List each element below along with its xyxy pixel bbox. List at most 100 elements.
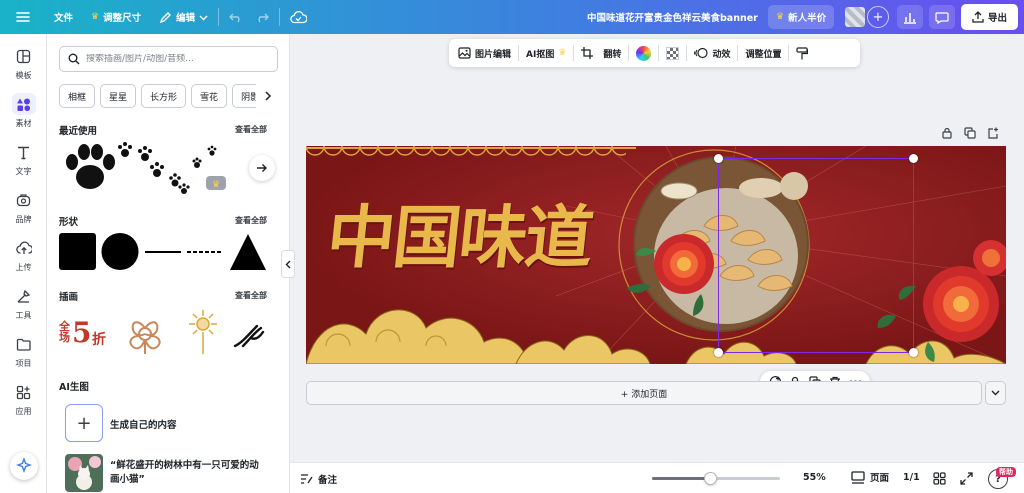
resize-button[interactable]: ♛ 调整尺寸 xyxy=(85,5,147,29)
rail-item-brand[interactable]: 品牌 xyxy=(0,184,47,230)
sparkle-icon xyxy=(16,458,32,474)
color-wheel-icon xyxy=(636,45,652,61)
upload-icon xyxy=(12,237,36,259)
flip-button[interactable]: 翻转 xyxy=(598,42,626,64)
edit-menu-button[interactable]: 编辑 xyxy=(153,5,214,29)
add-page-button[interactable]: + 添加页面 xyxy=(306,381,982,405)
zoom-slider-knob[interactable] xyxy=(703,472,717,485)
chip-rectangle[interactable]: 长方形 xyxy=(141,84,187,108)
rail-item-tools[interactable]: 工具 xyxy=(0,280,47,326)
rail-label: 文字 xyxy=(15,167,32,176)
search-input[interactable] xyxy=(86,54,266,64)
chip-snowflake[interactable]: 雪花 xyxy=(191,84,228,108)
illustrations-see-all[interactable]: 查看全部 xyxy=(235,290,267,301)
sun-illustration[interactable] xyxy=(179,306,227,358)
collapse-panel-button[interactable] xyxy=(281,250,295,278)
image-edit-label: 图片编辑 xyxy=(475,49,512,60)
rail-item-upload[interactable]: 上传 xyxy=(0,232,47,278)
recent-next-button[interactable] xyxy=(249,155,275,181)
duplicate-page-icon[interactable] xyxy=(964,127,976,139)
chevron-right-icon xyxy=(265,91,272,101)
magic-assistant-button[interactable] xyxy=(10,452,38,480)
square-shape[interactable] xyxy=(59,233,96,270)
file-menu-button[interactable]: 文件 xyxy=(48,5,79,29)
notes-button[interactable]: 备注 xyxy=(300,472,337,486)
rail-item-projects[interactable]: 项目 xyxy=(0,328,47,374)
position-button[interactable]: 调整位置 xyxy=(740,42,786,64)
paw-print-element[interactable] xyxy=(59,144,121,192)
banner-headline[interactable]: 中国味道 xyxy=(323,182,597,281)
text-icon xyxy=(12,141,36,163)
brand-icon xyxy=(12,189,36,211)
ai-cutout-button[interactable]: AI抠图 ♛ xyxy=(521,42,571,64)
chip-star[interactable]: 星星 xyxy=(100,84,137,108)
resize-handle[interactable] xyxy=(714,154,723,163)
copy-style-button[interactable] xyxy=(791,42,813,64)
comments-button[interactable] xyxy=(929,5,955,29)
divider xyxy=(628,45,630,61)
crop-button[interactable] xyxy=(576,42,598,64)
comment-icon xyxy=(935,11,949,24)
zoom-slider[interactable] xyxy=(652,472,780,485)
recent-title: 最近使用 xyxy=(59,126,98,137)
resize-handle[interactable] xyxy=(909,348,918,357)
help-badge: 帮助 xyxy=(996,467,1016,477)
brush-illustration[interactable] xyxy=(231,316,271,352)
ai-sample-thumbnail[interactable] xyxy=(65,454,103,492)
zoom-level[interactable]: 55% xyxy=(803,472,826,483)
chips-next-button[interactable] xyxy=(256,84,280,108)
undo-button[interactable] xyxy=(223,5,249,29)
zoom-slider-fill xyxy=(652,477,710,480)
page-count: 1/1 xyxy=(903,472,920,483)
add-page-icon[interactable] xyxy=(987,127,999,139)
ai-cutout-label: AI抠图 xyxy=(526,49,555,60)
resize-handle[interactable] xyxy=(714,348,723,357)
sale-number: 5 xyxy=(72,316,92,349)
redo-button[interactable] xyxy=(249,5,275,29)
resize-handle[interactable] xyxy=(909,154,918,163)
cloud-save-button[interactable] xyxy=(284,5,313,29)
color-adjust-button[interactable] xyxy=(631,42,656,64)
ai-sample-prompt[interactable]: “鲜花盛开的树林中有一只可爱的动 画小猫” xyxy=(110,459,280,487)
redo-icon xyxy=(258,13,270,23)
fullscreen-icon[interactable] xyxy=(960,472,973,485)
document-title[interactable]: 中国味道花开富贵金色祥云美食banner xyxy=(587,10,758,24)
design-canvas[interactable]: 中国味道 xyxy=(306,146,1006,364)
menu-button[interactable] xyxy=(10,5,36,29)
analytics-button[interactable] xyxy=(897,5,923,29)
triangle-shape[interactable] xyxy=(230,234,266,270)
ai-generate-button[interactable]: + xyxy=(65,404,103,442)
animate-button[interactable]: 动效 xyxy=(689,42,735,64)
promo-button[interactable]: ♛ 新人半价 xyxy=(768,5,835,29)
flower-illustration[interactable] xyxy=(117,308,173,360)
rail-item-templates[interactable]: 模板 xyxy=(0,40,47,86)
apps-icon xyxy=(12,381,36,403)
checkerboard-icon xyxy=(666,46,680,60)
search-box[interactable] xyxy=(59,46,278,72)
circle-shape[interactable] xyxy=(101,233,139,270)
paw-trail-element[interactable]: ♛ xyxy=(117,139,232,197)
rail-item-text[interactable]: 文字 xyxy=(0,136,47,182)
rail-item-apps[interactable]: 应用 xyxy=(0,376,47,422)
export-button[interactable]: 导出 xyxy=(961,4,1018,30)
chip-frame[interactable]: 相框 xyxy=(59,84,96,108)
selection-box[interactable] xyxy=(714,154,918,357)
rail-label: 上传 xyxy=(15,263,32,272)
elements-icon xyxy=(11,93,36,115)
side-rail: 模板 素材 文字 品牌 上传 工具 项目 应用 xyxy=(0,34,47,493)
add-collaborator-button[interactable]: + xyxy=(867,6,889,28)
shapes-see-all[interactable]: 查看全部 xyxy=(235,215,267,226)
shapes-title: 形状 xyxy=(59,217,79,228)
transparency-button[interactable] xyxy=(661,42,684,64)
ai-generate-label[interactable]: 生成自己的内容 xyxy=(110,417,177,431)
avatar[interactable] xyxy=(845,7,865,27)
bottom-bar: 备注 55% 页面 1/1 ? 帮助 xyxy=(290,462,1024,493)
pages-button[interactable]: 页面 xyxy=(851,470,889,484)
lock-icon[interactable] xyxy=(941,127,953,139)
grid-view-icon[interactable] xyxy=(933,472,946,485)
image-edit-button[interactable]: 图片编辑 xyxy=(453,42,516,64)
sale-illustration[interactable]: 全场 5 折 xyxy=(59,316,109,357)
add-page-menu-button[interactable] xyxy=(985,381,1006,405)
recent-see-all[interactable]: 查看全部 xyxy=(235,124,267,135)
rail-item-elements[interactable]: 素材 xyxy=(0,88,47,134)
